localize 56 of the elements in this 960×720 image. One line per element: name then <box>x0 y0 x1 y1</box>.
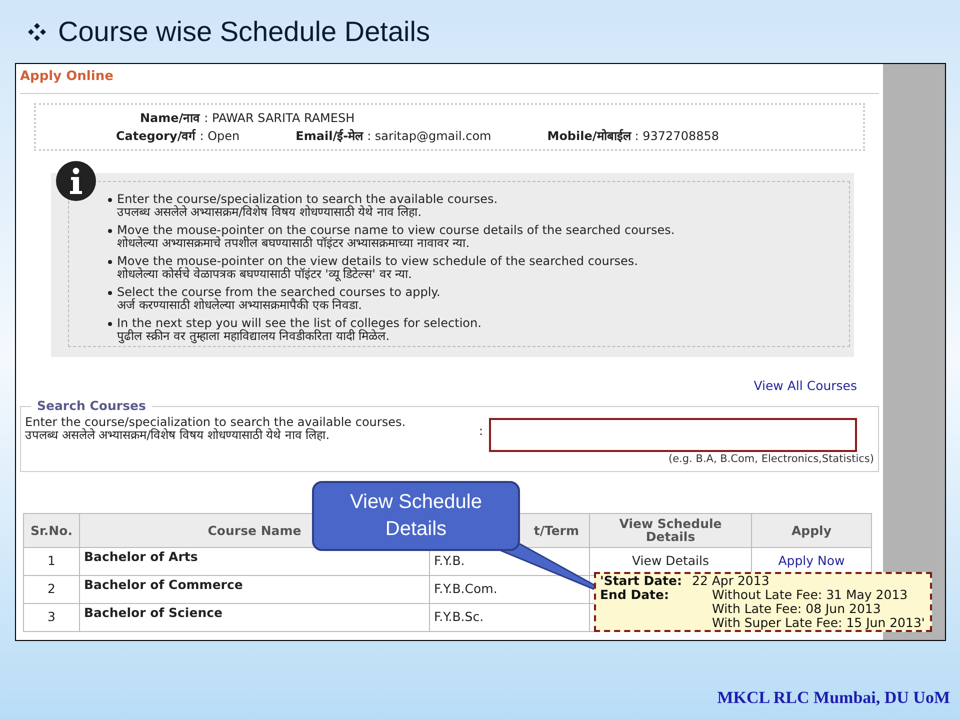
instruction-text-marathi: पुढील स्क्रीन वर तुम्हाला महाविद्यालय निवडीकरिता यादी मिळेल. <box>117 330 390 342</box>
instruction-text: Select the course from the searched courses to apply. <box>117 286 440 298</box>
table-cell: Bachelor of Science <box>84 604 222 620</box>
colon-separator: : <box>479 423 484 440</box>
column-header: Course Name <box>208 522 302 538</box>
field-value: : 9372708858 <box>634 128 719 144</box>
instruction-text-marathi: शोधलेल्या अभ्यासक्रमाचे तपशील बघण्यासाठी पॉइंटर अभ्यासक्रमाच्या नावावर न्या. <box>117 236 471 250</box>
bullet-icon <box>108 198 112 202</box>
bullet-icon <box>108 260 112 264</box>
field-value: : PAWAR SARITA RAMESH <box>204 110 355 126</box>
bullet-icon <box>108 290 112 294</box>
diamond-bullet-icon <box>28 22 46 40</box>
column-header: Apply <box>791 522 832 538</box>
instruction-text: In the next step you will see the list of colleges for selection. <box>117 316 482 330</box>
table-cell: F.Y.B.Sc. <box>434 608 484 624</box>
end-date-value: With Super Late Fee: 15 Jun 2013' <box>711 616 926 630</box>
slide-footer: MKCL RLC Mumbai, DU UoM <box>717 684 950 710</box>
column-header: Sr.No. <box>30 522 72 538</box>
slide-title: Course wise Schedule Details <box>58 18 430 46</box>
bullet-icon <box>108 322 112 326</box>
table-cell: 3 <box>48 608 56 624</box>
end-date-value: Without Late Fee: 31 May 2013 <box>711 588 909 602</box>
end-date-label: End Date: <box>600 588 670 602</box>
field-label: Email/ई-मेल <box>296 128 364 144</box>
search-hint: (e.g. B.A, B.Com, Electronics,Statistics) <box>668 452 874 467</box>
table-cell: F.Y.B. <box>434 552 465 568</box>
table-cell: Bachelor of Arts <box>84 548 198 564</box>
table-cell: F.Y.B.Com. <box>434 580 498 596</box>
field-value: : Open <box>200 128 240 144</box>
column-header: t/Term <box>534 522 579 538</box>
table-cell: 2 <box>48 580 56 596</box>
view-all-courses-link[interactable]: View All Courses <box>754 376 857 396</box>
field-label: Name/नाव <box>140 110 200 126</box>
instruction-text-marathi: उपलब्ध असलेले अभ्यासक्रम/विशेष विषय शोधण्यासाठी येथे नाव लिहा. <box>117 206 423 218</box>
instruction-text-marathi: शोधलेल्या कोर्सचे वेळापत्रक बघण्यासाठी पॉइंटर 'व्यू डिटेल्स' वर न्या. <box>117 268 413 280</box>
instruction-text: Move the mouse-pointer on the course name to view course details of the searched courses. <box>117 224 675 236</box>
search-input-field[interactable] <box>489 418 858 452</box>
instruction-text: Enter the course/specialization to search the available courses. <box>117 192 498 206</box>
start-date-value: 22 Apr 2013 <box>692 574 770 588</box>
instruction-text: Move the mouse-pointer on the view details to view schedule of the searched courses. <box>117 254 638 268</box>
callout-bubble: View Schedule Details <box>312 481 520 551</box>
table-cell: Bachelor of Commerce <box>84 576 243 592</box>
field-value: : saritap@gmail.com <box>367 128 492 144</box>
search-legend: Search Courses <box>31 397 152 416</box>
bullet-icon <box>108 228 112 232</box>
field-label: Mobile/मोबाईल <box>547 128 631 144</box>
start-date-label: 'Start Date: <box>600 574 682 588</box>
panel-title: Apply Online <box>19 68 114 86</box>
field-label: Category/वर्ग <box>116 128 196 144</box>
info-icon <box>56 160 96 200</box>
table-cell: 1 <box>48 552 56 568</box>
search-label-marathi: उपलब्ध असलेले अभ्यासक्रम/विशेष विषय शोधण्यासाठी येथे नाव लिहा. <box>25 429 331 442</box>
search-label: Enter the course/specialization to search the available courses. <box>25 416 407 429</box>
instruction-text-marathi: अर्ज करण्यासाठी शोधलेल्या अभ्यासक्रमापैकी एक निवडा. <box>117 298 363 312</box>
end-date-value: With Late Fee: 08 Jun 2013 <box>711 602 882 616</box>
column-header: View Schedule Details <box>619 516 722 544</box>
